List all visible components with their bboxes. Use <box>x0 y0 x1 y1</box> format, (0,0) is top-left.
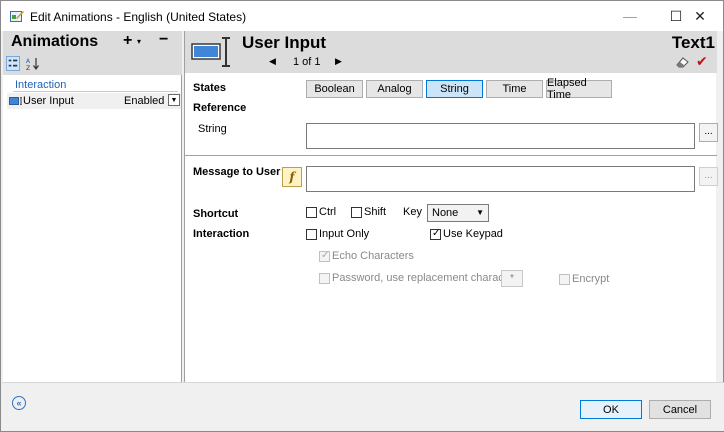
message-to-user-label: Message to User <box>193 166 281 178</box>
key-label: Key <box>403 206 422 218</box>
target-object-name: Text1 <box>671 33 715 52</box>
animations-list-panel: Animations + ▾ − A Z Interaction User In… <box>3 31 182 382</box>
state-analog-button[interactable]: Analog <box>366 80 423 98</box>
edit-animations-window: Edit Animations - English (United States… <box>0 0 724 432</box>
eraser-icon[interactable] <box>675 56 689 68</box>
ctrl-label: Ctrl <box>319 206 337 218</box>
previous-object-button[interactable]: ◀ <box>269 56 276 67</box>
categorized-view-icon[interactable] <box>6 56 20 71</box>
chevron-down-icon: ▼ <box>476 208 484 217</box>
reference-input[interactable] <box>306 123 695 149</box>
title-bar: Edit Animations - English (United States… <box>1 1 723 31</box>
states-label: States <box>193 82 227 94</box>
user-input-icon <box>9 97 22 105</box>
echo-characters-label: Echo Characters <box>332 250 414 262</box>
close-button[interactable]: ✕ <box>677 1 723 31</box>
message-browse-button[interactable]: ... <box>699 167 718 186</box>
ctrl-checkbox[interactable] <box>306 207 317 218</box>
animations-header: Animations + ▾ − <box>3 31 182 53</box>
key-select[interactable]: None ▼ <box>427 204 489 222</box>
cancel-button[interactable]: Cancel <box>649 400 711 419</box>
state-string-button[interactable]: String <box>426 80 483 98</box>
shift-label: Shift <box>364 206 387 218</box>
remove-animation-button[interactable]: − <box>159 31 168 49</box>
reference-label: Reference <box>193 102 247 114</box>
message-input[interactable] <box>306 166 695 192</box>
add-animation-button[interactable]: + <box>123 32 132 50</box>
svg-text:A: A <box>26 58 31 65</box>
detail-header: User Input ◀ 1 of 1 ▶ Text1 ✔ <box>185 31 717 73</box>
group-interaction-label: Interaction <box>15 79 67 91</box>
animation-row-status: Enabled <box>124 95 165 107</box>
sort-toolbar: A Z <box>3 53 182 75</box>
encrypt-label: Encrypt <box>572 273 610 285</box>
pager-text: 1 of 1 <box>293 56 321 68</box>
input-only-checkbox[interactable] <box>306 229 317 240</box>
state-boolean-button[interactable]: Boolean <box>306 80 363 98</box>
reference-browse-button[interactable]: ... <box>699 123 718 142</box>
checkmark-icon: ✓ <box>321 250 330 261</box>
edit-animations-app-icon <box>10 11 24 22</box>
animation-title: User Input <box>242 33 327 52</box>
section-divider <box>185 155 717 156</box>
state-time-button[interactable]: Time <box>486 80 543 98</box>
shortcut-label: Shortcut <box>193 208 239 220</box>
animation-row-user-input[interactable]: User Input Enabled ▼ <box>7 93 181 109</box>
add-dropdown-icon[interactable]: ▾ <box>137 37 141 46</box>
status-dropdown-button[interactable]: ▼ <box>168 94 180 106</box>
group-divider <box>13 91 178 92</box>
shift-checkbox[interactable] <box>351 207 362 218</box>
use-keypad-checkbox[interactable]: ✓ <box>430 228 441 240</box>
sort-az-icon[interactable]: A Z <box>25 56 41 71</box>
svg-text:Z: Z <box>26 65 30 71</box>
password-checkbox[interactable] <box>319 273 330 284</box>
user-input-large-icon <box>191 37 230 67</box>
echo-characters-checkbox[interactable]: ✓ <box>319 250 330 262</box>
password-label: Password, use replacement character <box>332 272 517 284</box>
interaction-label: Interaction <box>193 228 250 240</box>
minimize-button[interactable]: — <box>607 1 653 31</box>
window-title: Edit Animations - English (United States… <box>30 10 247 24</box>
dialog-footer: « OK Cancel <box>2 382 724 431</box>
next-object-button[interactable]: ▶ <box>335 56 342 67</box>
input-only-label: Input Only <box>319 228 370 240</box>
checkmark-icon: ✓ <box>432 228 441 239</box>
animations-title: Animations <box>11 33 99 50</box>
expression-editor-button[interactable]: f <box>282 167 302 187</box>
key-select-value: None <box>432 207 459 219</box>
animation-row-label: User Input <box>23 95 74 107</box>
state-elapsed-time-button[interactable]: Elapsed Time <box>546 77 612 101</box>
reference-type-label: String <box>198 123 227 135</box>
encrypt-checkbox[interactable] <box>559 274 570 285</box>
ok-button[interactable]: OK <box>580 400 642 419</box>
use-keypad-label: Use Keypad <box>443 228 503 240</box>
replacement-character-input[interactable]: * <box>501 270 523 287</box>
animation-detail-panel: User Input ◀ 1 of 1 ▶ Text1 ✔ States Boo… <box>184 31 718 382</box>
collapse-panel-button[interactable]: « <box>12 396 26 410</box>
checkmark-icon[interactable]: ✔ <box>696 53 708 70</box>
